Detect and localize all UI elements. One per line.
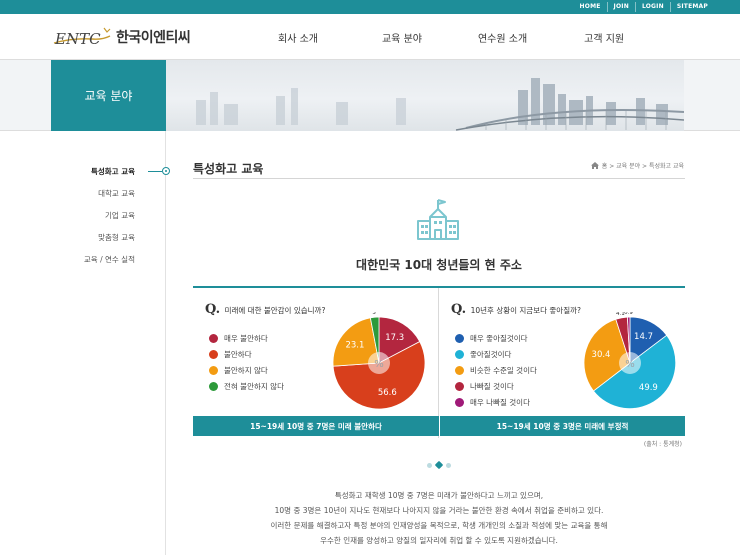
- side-nav-item-university[interactable]: 대학교 교육: [98, 188, 135, 199]
- legend-label: 전혀 불안하지 않다: [224, 381, 284, 391]
- question-outlook: Q. 10년후 상황이 지금보다 좋아질까?: [451, 302, 581, 317]
- pie-chart-anxiety: 17.3 56.6 23.1 3%: [332, 312, 426, 410]
- breadcrumb: 홈 > 교육 분야 > 특성화고 교육: [590, 161, 684, 170]
- legend-label: 매우 나빠질 것이다: [470, 397, 530, 407]
- question-text: 10년후 상황이 지금보다 좋아질까?: [470, 306, 581, 315]
- side-nav-active-line: [148, 171, 162, 172]
- legend-dot: [209, 381, 218, 391]
- description-line: 10명 중 3명은 10년이 지나도 현재보다 나아지지 않을 거라는 불안한 …: [274, 506, 604, 515]
- legend-item: 매우 나빠질 것이다: [455, 394, 537, 410]
- legend-label: 비슷한 수준일 것이다: [470, 365, 537, 375]
- question-text: 미래에 대한 불안감이 있습니까?: [224, 306, 326, 315]
- header: ENTC 한국이엔티씨 회사 소개 교육 분야 연수원 소개 고객 지원: [0, 14, 740, 60]
- nav-training-center[interactable]: 연수원 소개: [478, 30, 527, 45]
- legend-dot: [455, 397, 464, 407]
- sub-visual-banner: 교육 분야: [0, 60, 740, 131]
- title-divider: [193, 178, 685, 179]
- result-outlook: 15~19세 10명 중 3명은 미래에 부정적: [439, 416, 685, 436]
- legend-item: 매우 불안하다: [209, 330, 284, 346]
- legend-dot: [455, 333, 464, 343]
- pie-value-label: 3: [372, 312, 376, 316]
- side-nav-item-custom[interactable]: 맞춤형 교육: [98, 232, 135, 243]
- legend-item: 전혀 불안하지 않다: [209, 378, 284, 394]
- page-title: 특성화고 교육: [193, 162, 264, 176]
- home-link[interactable]: HOME: [574, 2, 607, 12]
- legend-dot: [209, 349, 218, 359]
- breadcrumb-text: 홈 > 교육 분야 > 특성화고 교육: [601, 163, 684, 170]
- legend-label: 불안하지 않다: [224, 365, 268, 375]
- pie-value-label: 23.1: [345, 340, 364, 350]
- legend-dot: [455, 381, 464, 391]
- nav-support[interactable]: 고객 지원: [584, 30, 624, 45]
- question-anxiety: Q. 미래에 대한 불안감이 있습니까?: [205, 302, 325, 317]
- skyline-graphic: [196, 78, 684, 131]
- legend-anxiety: 매우 불안하다 불안하다 불안하지 않다 전혀 불안하지 않다: [209, 330, 284, 394]
- legend-dot: [209, 333, 218, 343]
- description-line: 이러한 문제를 해결하고자 특정 분야의 인재양성을 목적으로, 학생 개개인의…: [270, 521, 608, 530]
- nav-education[interactable]: 교육 분야: [382, 30, 422, 45]
- legend-label: 좋아질것이다: [470, 349, 512, 359]
- question-mark: Q.: [205, 302, 221, 317]
- pie-value-label: 14.7: [634, 332, 653, 342]
- side-nav-item-corporate[interactable]: 기업 교육: [105, 210, 135, 221]
- survey-result-bar: 15~19세 10명 중 7명은 미래 불안하다 15~19세 10명 중 3명…: [193, 416, 685, 436]
- legend-dot: [455, 349, 464, 359]
- pie-chart-outlook: 14.749.930.44.1 0.9%: [583, 312, 677, 409]
- logo-text: 한국이엔티씨: [116, 30, 191, 46]
- nav-company[interactable]: 회사 소개: [278, 30, 318, 45]
- pager-dot[interactable]: [427, 462, 432, 468]
- legend-label: 매우 불안하다: [224, 333, 268, 343]
- legend-item: 매우 좋아질것이다: [455, 330, 537, 346]
- legend-item: 불안하다: [209, 346, 284, 362]
- survey-panel-anxiety: Q. 미래에 대한 불안감이 있습니까? 매우 불안하다 불안하다 불안하지 않…: [193, 288, 439, 418]
- pie-value-label: 30.4: [592, 350, 611, 360]
- side-nav-active-indicator-icon: [162, 167, 170, 175]
- pager-dot-active[interactable]: [434, 460, 444, 470]
- legend-item: 나빠질 것이다: [455, 378, 537, 394]
- description: 특성화고 재학생 10명 중 7명은 미래가 불안하다고 느끼고 있으며, 10…: [193, 488, 685, 548]
- legend-label: 나빠질 것이다: [470, 381, 514, 391]
- pie-center-label: %: [374, 359, 384, 370]
- side-nav-item-specialized-high[interactable]: 특성화고 교육: [91, 166, 135, 177]
- description-line: 우수한 인재를 양성하고 양질의 일자리에 취업 할 수 있도록 지원하겠습니다…: [320, 536, 558, 545]
- slider-pager: [425, 460, 453, 470]
- legend-item: 비슷한 수준일 것이다: [455, 362, 537, 378]
- legend-item: 불안하지 않다: [209, 362, 284, 378]
- pie-value-label: 56.6: [378, 388, 397, 398]
- sitemap-link[interactable]: SITEMAP: [669, 2, 714, 12]
- utility-links: HOME JOIN LOGIN SITEMAP: [574, 0, 714, 14]
- side-nav: 특성화고 교육 대학교 교육 기업 교육 맞춤형 교육 교육 / 연수 실적: [51, 131, 166, 555]
- pie-value-label: 49.9: [639, 383, 658, 393]
- side-nav-item-results[interactable]: 교육 / 연수 실적: [84, 254, 135, 265]
- pie-center-label: %: [625, 359, 635, 370]
- legend-label: 매우 좋아질것이다: [470, 333, 528, 343]
- question-mark: Q.: [451, 302, 467, 317]
- headline: 대한민국 10대 청년들의 현 주소: [356, 258, 522, 272]
- legend-dot: [209, 365, 218, 375]
- legend-label: 불안하다: [224, 349, 252, 359]
- survey-section: Q. 미래에 대한 불안감이 있습니까? 매우 불안하다 불안하다 불안하지 않…: [193, 286, 685, 438]
- legend-outlook: 매우 좋아질것이다 좋아질것이다 비슷한 수준일 것이다 나빠질 것이다 매우 …: [455, 330, 537, 410]
- legend-item: 좋아질것이다: [455, 346, 537, 362]
- source-note: (출처 : 통계청): [643, 441, 682, 448]
- pie-value-label: 17.3: [385, 333, 404, 343]
- logo[interactable]: ENTC 한국이엔티씨: [52, 22, 191, 52]
- home-icon[interactable]: [590, 162, 599, 169]
- survey-panel-outlook: Q. 10년후 상황이 지금보다 좋아질까? 매우 좋아질것이다 좋아질것이다 …: [439, 288, 685, 418]
- svg-text:ENTC: ENTC: [54, 30, 101, 48]
- login-link[interactable]: LOGIN: [634, 2, 670, 12]
- pie-value-label: 0.9: [624, 312, 633, 316]
- city-skyline-image: [166, 60, 684, 131]
- join-link[interactable]: JOIN: [606, 2, 635, 12]
- banner-title: 교육 분야: [51, 60, 166, 131]
- legend-dot: [455, 365, 464, 375]
- main-nav: 회사 소개 교육 분야 연수원 소개 고객 지원: [262, 14, 624, 60]
- pager-dot[interactable]: [446, 462, 451, 468]
- description-line: 특성화고 재학생 10명 중 7명은 미래가 불안하다고 느끼고 있으며,: [334, 491, 544, 500]
- school-icon: [417, 199, 459, 240]
- top-utility-bar: HOME JOIN LOGIN SITEMAP: [0, 0, 740, 14]
- result-anxiety: 15~19세 10명 중 7명은 미래 불안하다: [250, 421, 382, 431]
- logo-mark-icon: ENTC: [53, 27, 111, 48]
